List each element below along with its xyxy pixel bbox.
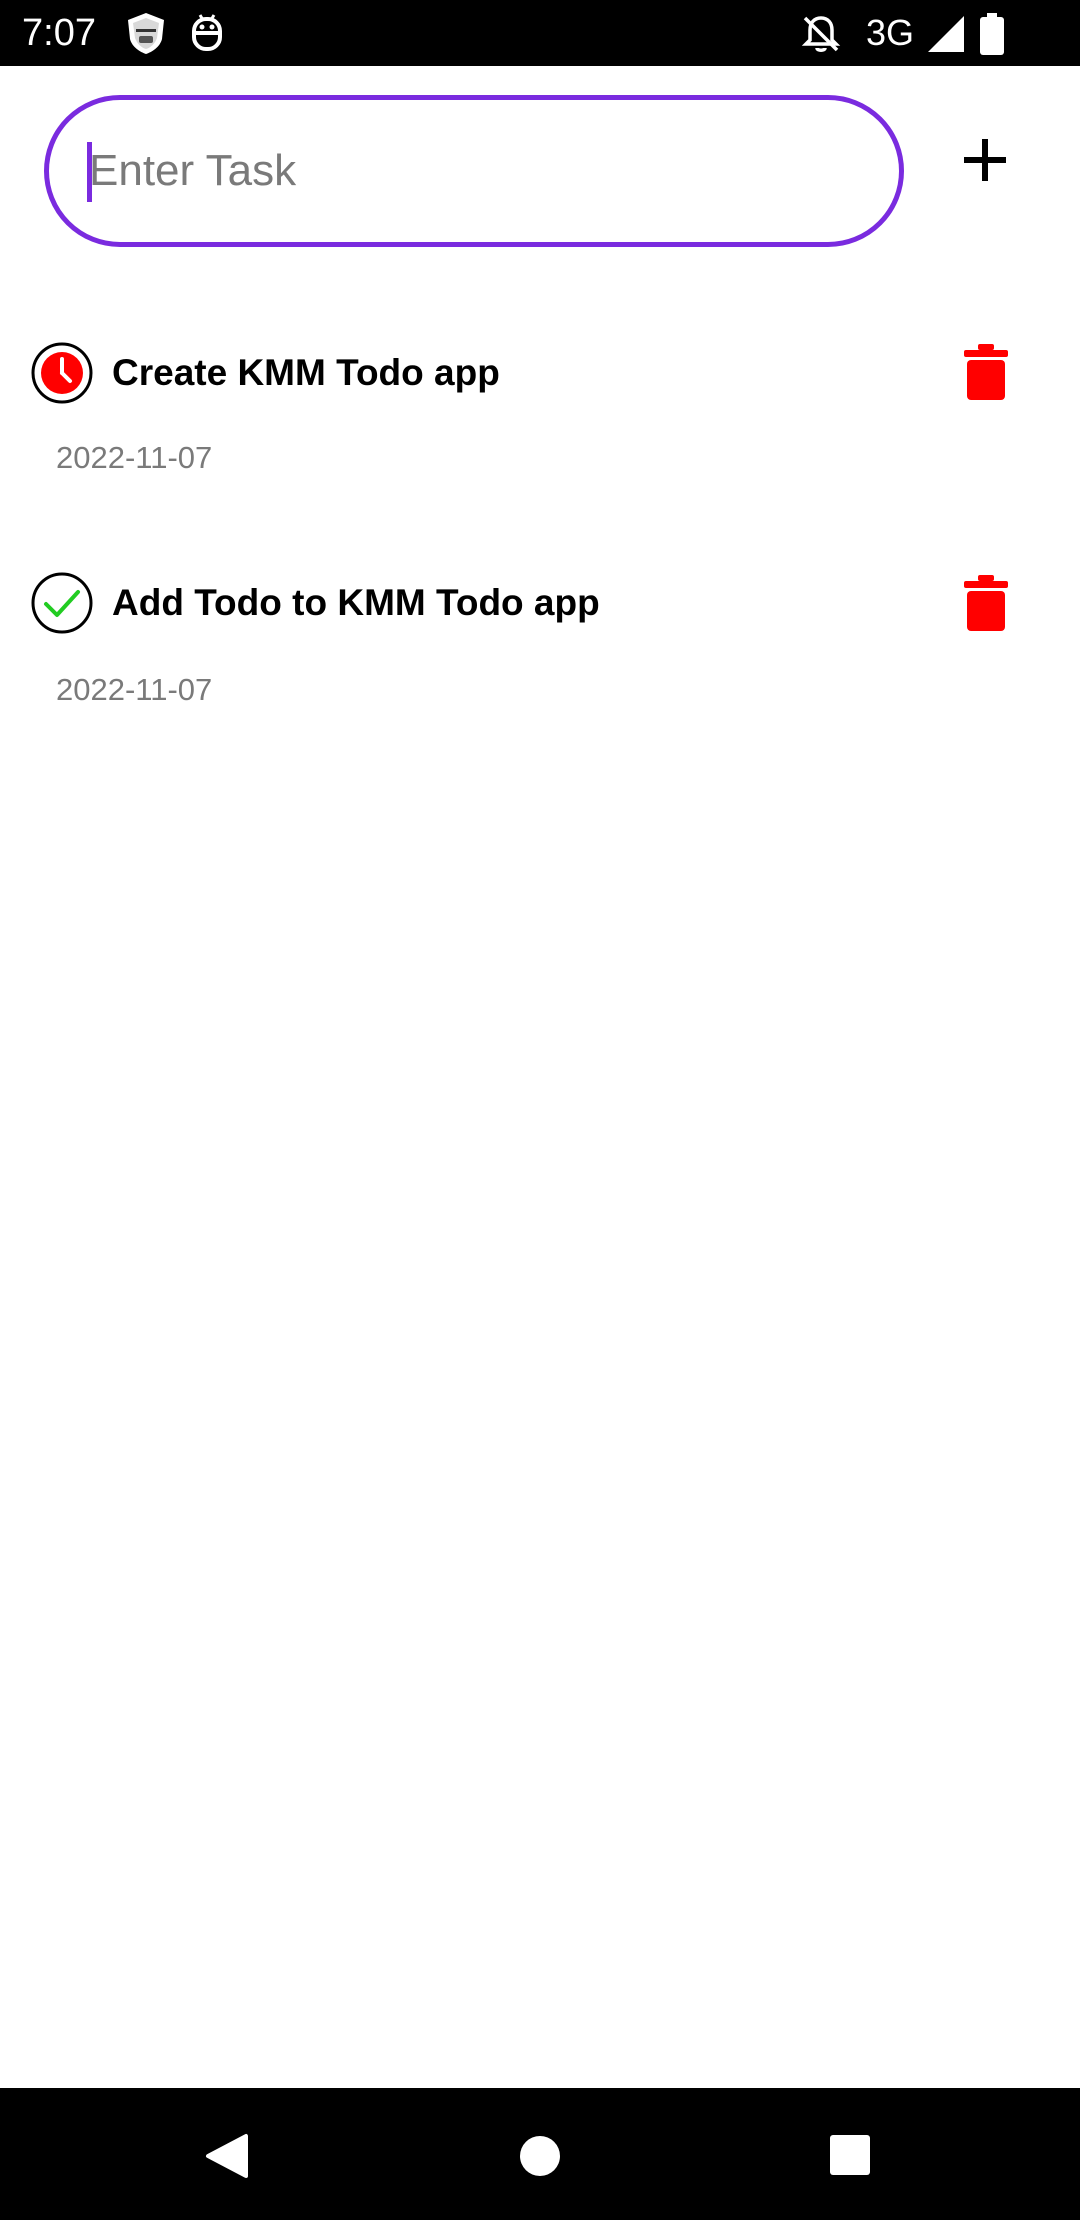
task-item: Create KMM Todo app 2022-11-07: [0, 330, 1080, 530]
task-title: Create KMM Todo app: [112, 352, 500, 393]
task-input-container: [44, 95, 904, 247]
app-screen: 7:07 3G Enter Task Create KMM Todo app 2…: [0, 0, 1080, 2220]
shield-badge-icon: [128, 13, 164, 54]
task-date: 2022-11-07: [56, 440, 213, 475]
recents-icon[interactable]: [828, 2133, 872, 2177]
network-type: 3G: [866, 12, 915, 53]
bell-off-icon: [801, 16, 841, 52]
text-cursor: [87, 142, 92, 202]
android-head-icon: [192, 14, 222, 51]
task-date: 2022-11-07: [56, 672, 213, 707]
task-title: Add Todo to KMM Todo app: [112, 582, 600, 623]
plus-icon: [964, 139, 1006, 181]
check-icon[interactable]: [30, 571, 94, 635]
cell-signal-icon: [928, 16, 964, 52]
add-task-button[interactable]: [950, 115, 1020, 205]
status-time: 7:07: [22, 12, 96, 54]
task-item: Add Todo to KMM Todo app 2022-11-07: [0, 562, 1080, 762]
back-icon[interactable]: [204, 2132, 250, 2180]
trash-icon[interactable]: [962, 575, 1010, 631]
status-bar: 7:07 3G: [0, 0, 1080, 66]
battery-icon: [980, 13, 1004, 55]
home-icon[interactable]: [518, 2134, 562, 2178]
task-input[interactable]: [89, 130, 859, 212]
clock-icon[interactable]: [30, 341, 94, 405]
navigation-bar: [0, 2088, 1080, 2220]
trash-icon[interactable]: [962, 344, 1010, 400]
